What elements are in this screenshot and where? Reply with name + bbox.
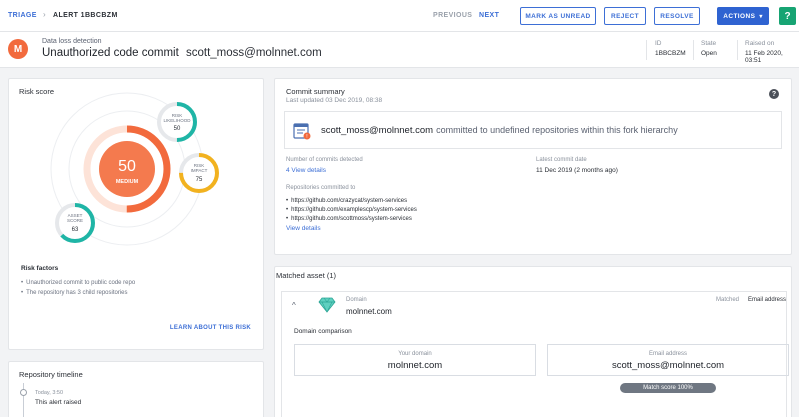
top-bar: TRIAGE › ALERT 1BBCBZM PREVIOUS NEXT MAR… [0,0,799,32]
likelihood-label-2: LIKELIHOOD [163,118,191,123]
meta-state-label: State [701,40,717,47]
asset-label-2: SCORE [67,218,83,223]
actions-button[interactable]: ACTIONS ▾ [717,7,769,25]
divider [693,40,694,60]
next-link[interactable]: NEXT [479,12,499,19]
commit-action: committed to undefined repositories with… [436,125,678,135]
domain-comparison-title: Domain comparison [294,328,352,335]
your-domain-value: molnnet.com [387,360,443,371]
list-item: https://github.com/crazycat/system-servi… [286,198,417,204]
repos-list: https://github.com/crazycat/system-servi… [286,198,417,225]
meta-raised-label: Raised on [745,40,775,47]
matched-asset-title: Matched asset (1) [276,271,337,280]
num-commits-label: Number of commits detected [286,157,363,163]
reject-button[interactable]: REJECT [604,7,646,25]
email-address-value: scott_moss@molnnet.com [611,360,725,371]
last-updated: Last updated 03 Dec 2019, 08:38 [286,97,383,104]
chevron-up-icon[interactable]: ^ [292,301,296,310]
timeline-time: Today, 3:50 [35,390,64,396]
matched-asset-card: Matched asset (1) ^ Domain molnnet.com M… [274,266,792,417]
breadcrumb-triage[interactable]: TRIAGE [8,12,37,19]
resolve-button[interactable]: RESOLVE [654,7,700,25]
email-address-box: Email address scott_moss@molnnet.com [547,344,789,376]
help-icon[interactable]: ? [769,89,779,99]
repository-timeline-card: Repository timeline Today, 3:50 This ale… [8,361,264,417]
meta-raised: Raised on 11 Feb 2020, 03:51 [745,40,799,64]
meta-id-label: ID [655,40,662,47]
num-commits-link[interactable]: 4 View details [286,167,326,174]
commit-statement: scott_moss@molnnet.com committed to undef… [321,125,678,136]
mark-as-unread-button[interactable]: MARK AS UNREAD [520,7,596,25]
timeline-event: This alert raised [35,399,82,406]
likelihood-value: 50 [174,126,181,132]
risk-gauge: 50 MEDIUM RISK LIKELIHOOD 50 RISK IMPACT… [50,92,219,246]
latest-commit-value: 11 Dec 2019 (2 months ago) [536,167,618,174]
alert-title-text: Unauthorized code commit [42,47,179,59]
breadcrumb-separator-icon: › [43,10,47,19]
divider [737,40,738,60]
matched-asset-row: ^ Domain molnnet.com Matched Email addre… [281,291,789,417]
meta-state-value: Open [701,50,717,57]
your-domain-label: Your domain [398,351,432,357]
asset-score-value: 63 [72,227,79,233]
repos-view-details-link[interactable]: View details [286,225,321,232]
timeline-title: Repository timeline [19,370,83,379]
asset-name: molnnet.com [346,307,392,316]
svg-text:!: ! [306,134,307,140]
risk-score-value: 50 [118,158,136,175]
alert-user-email: scott_moss@molnnet.com [186,47,322,59]
risk-factors-list: Unauthorized commit to public code repo … [21,280,135,300]
diamond-icon [318,297,336,313]
help-button[interactable]: ? [779,7,796,25]
meta-id: ID 1BBCBZM [655,40,686,57]
meta-id-value: 1BBCBZM [655,50,686,57]
chevron-down-icon: ▾ [759,13,763,20]
risk-factors-title: Risk factors [21,265,59,272]
repos-label: Repositories committed to [286,185,356,191]
avatar: M [8,39,28,59]
your-domain-box: Your domain molnnet.com [294,344,536,376]
list-item: Unauthorized commit to public code repo [21,280,135,286]
match-score-badge: Match score 100% [620,383,716,393]
matched-label: Matched [716,297,740,303]
code-document-icon: ! [293,123,311,140]
matched-value: Email address [748,297,787,303]
previous-link[interactable]: PREVIOUS [433,12,472,19]
list-item: https://github.com/examplescp/system-ser… [286,207,417,213]
timeline-dot-icon [20,389,27,396]
impact-value: 75 [196,177,203,183]
commit-description: ! scott_moss@molnnet.com committed to und… [284,111,782,149]
risk-score-card: Risk score 50 MEDIUM RISK LIKELIHOOD 50 … [8,78,264,350]
meta-state: State Open [701,40,717,57]
page-title: Unauthorized code commit scott_moss@moln… [42,47,322,59]
meta-raised-value: 11 Feb 2020, 03:51 [745,50,783,64]
list-item: https://github.com/scottmoss/system-serv… [286,216,417,222]
risk-level: MEDIUM [116,179,139,185]
asset-kind: Domain [346,297,367,303]
commit-author: scott_moss@molnnet.com [321,125,434,136]
commit-summary-card: Commit summary Last updated 03 Dec 2019,… [274,78,792,255]
latest-commit-label: Latest commit date [536,157,587,163]
email-address-label: Email address [648,351,687,357]
breadcrumb-alert-id: ALERT 1BBCBZM [53,12,118,19]
learn-about-risk-link[interactable]: LEARN ABOUT THIS RISK [170,325,251,331]
divider [646,40,647,60]
actions-label: ACTIONS [723,12,756,20]
commit-summary-title: Commit summary [286,87,345,96]
alert-type: Data loss detection [42,38,102,45]
list-item: The repository has 3 child repositories [21,290,135,296]
impact-label-2: IMPACT [191,168,208,173]
alert-header: M Data loss detection Unauthorized code … [0,32,799,68]
